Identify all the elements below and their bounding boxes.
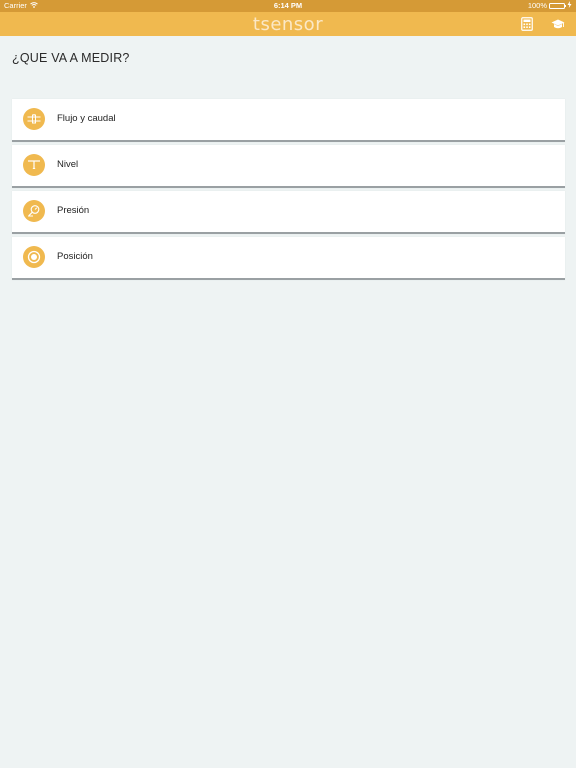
option-flujo-y-caudal[interactable]: Flujo y caudal bbox=[12, 99, 565, 142]
graduation-cap-icon[interactable] bbox=[550, 16, 566, 32]
app-logo: tsensor bbox=[252, 14, 324, 35]
flow-icon bbox=[23, 108, 45, 130]
level-icon bbox=[23, 154, 45, 176]
option-label: Presión bbox=[57, 205, 90, 216]
page-title: ¿QUE VA A MEDIR? bbox=[12, 51, 130, 65]
option-label: Posición bbox=[57, 251, 93, 262]
status-right: 100% bbox=[528, 1, 572, 10]
position-icon bbox=[23, 246, 45, 268]
option-presion[interactable]: Presión bbox=[12, 191, 565, 234]
option-nivel[interactable]: Nivel bbox=[12, 145, 565, 188]
battery-icon bbox=[549, 2, 566, 9]
status-time: 6:14 PM bbox=[273, 1, 303, 10]
battery-percent: 100% bbox=[527, 1, 547, 10]
pressure-icon bbox=[23, 200, 45, 222]
calculator-icon[interactable] bbox=[519, 16, 535, 32]
status-bar: Carrier 6:14 PM 100% bbox=[0, 0, 576, 12]
nav-bar: tsensor bbox=[0, 12, 576, 36]
option-posicion[interactable]: Posición bbox=[12, 237, 565, 280]
option-label: Nivel bbox=[57, 159, 79, 170]
charging-icon bbox=[567, 1, 572, 10]
measurement-options-list: Flujo y caudal Nivel Presión Posición bbox=[12, 99, 565, 283]
option-label: Flujo y caudal bbox=[57, 113, 116, 124]
